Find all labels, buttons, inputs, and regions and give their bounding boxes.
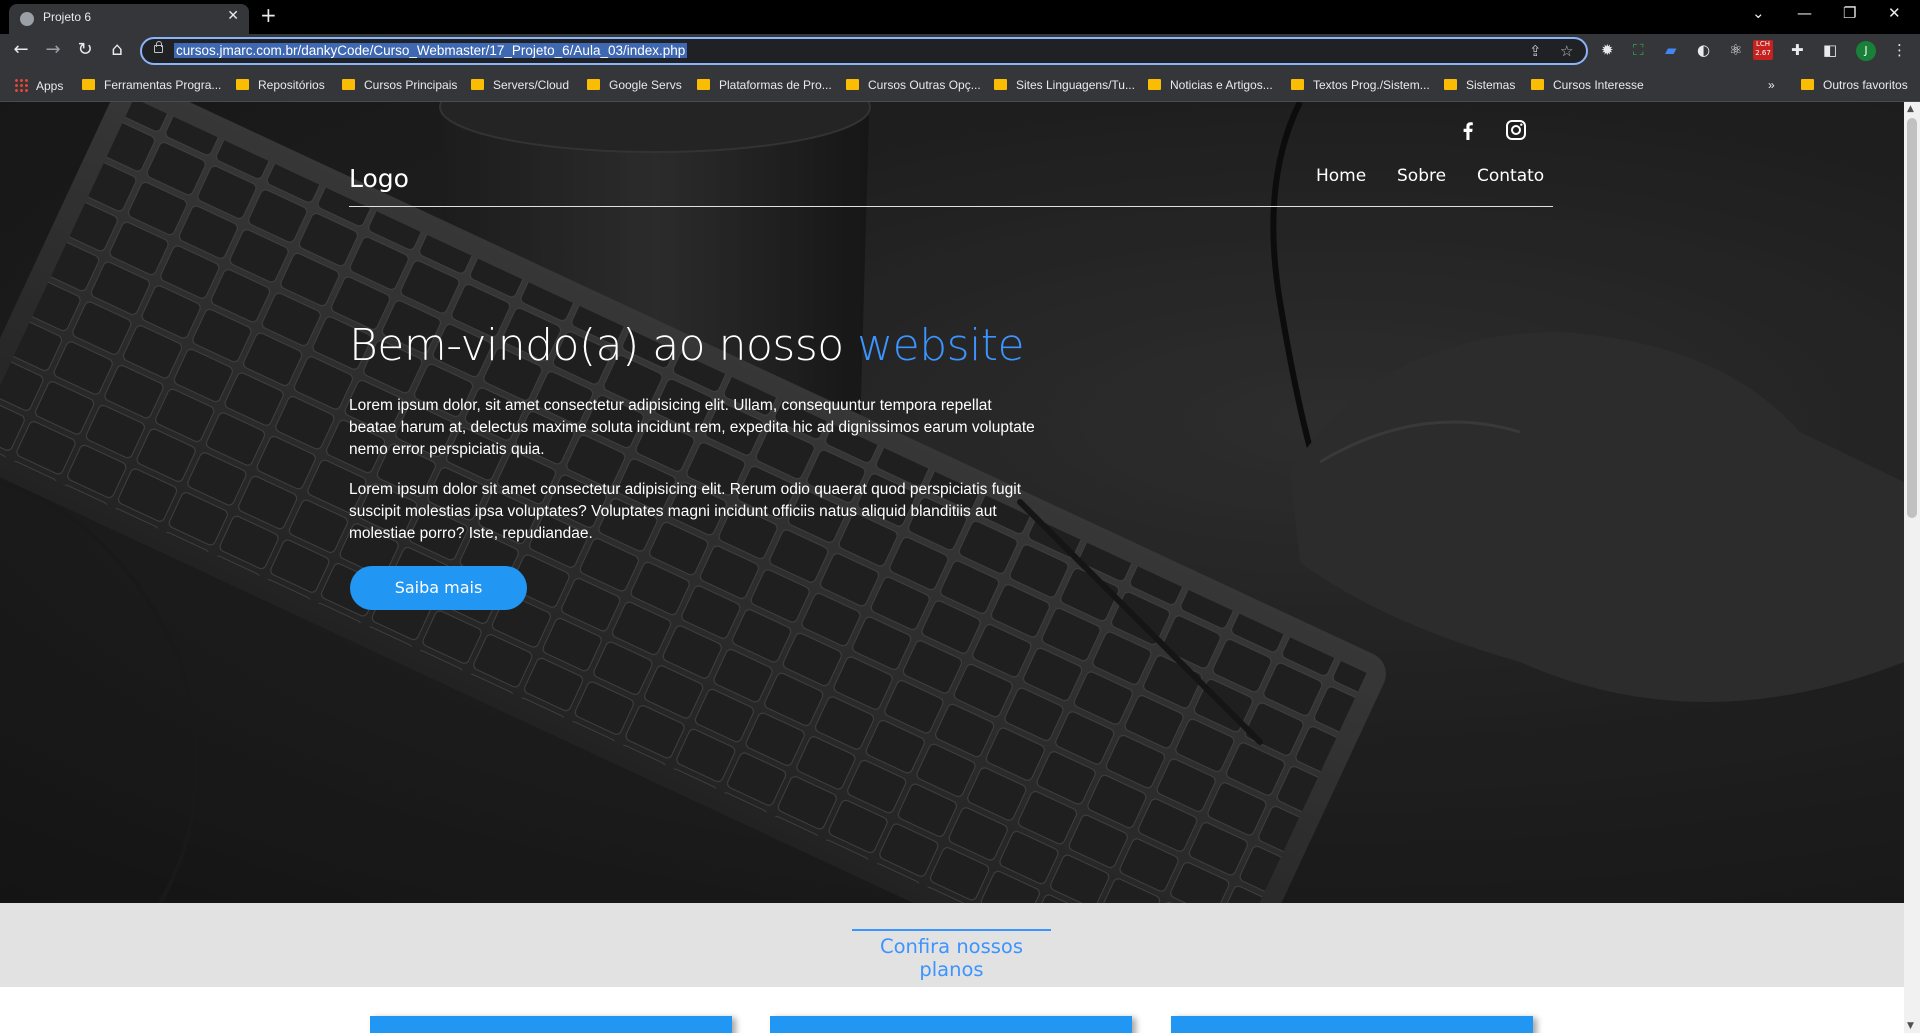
browser-tab[interactable]: Projeto 6 ✕: [9, 4, 249, 34]
hero-section: Logo Home Sobre Contato Bem-vindo(a) ao …: [0, 102, 1904, 903]
folder-icon: [1531, 79, 1544, 90]
bookmark-folder[interactable]: Servers/Cloud: [471, 78, 569, 94]
extension-contrast-icon[interactable]: ◐: [1697, 41, 1710, 59]
profile-avatar[interactable]: J: [1856, 41, 1876, 61]
bookmark-folder[interactable]: Repositórios: [236, 78, 325, 94]
close-window-button[interactable]: ✕: [1888, 4, 1901, 22]
bookmark-folder[interactable]: Ferramentas Progra...: [82, 78, 221, 94]
folder-icon: [1148, 79, 1161, 90]
bookmarks-overflow-button[interactable]: »: [1768, 78, 1775, 94]
plan-card[interactable]: [1171, 1016, 1533, 1033]
home-button[interactable]: ⌂: [105, 39, 129, 60]
lock-icon[interactable]: [154, 41, 163, 53]
plan-card[interactable]: [370, 1016, 732, 1033]
bookmark-folder[interactable]: Plataformas de Pro...: [697, 78, 832, 94]
nav-contato[interactable]: Contato: [1477, 166, 1544, 186]
share-icon[interactable]: ⇪: [1529, 42, 1542, 60]
site-logo[interactable]: Logo: [349, 164, 409, 193]
folder-icon: [82, 79, 95, 90]
minimize-button[interactable]: —: [1797, 4, 1812, 22]
header-divider: [349, 206, 1553, 207]
globe-icon: [20, 12, 34, 26]
side-panel-icon[interactable]: ◧: [1823, 41, 1837, 59]
url-text[interactable]: cursos.jmarc.com.br/dankyCode/Curso_Webm…: [174, 43, 688, 58]
nav-sobre[interactable]: Sobre: [1397, 166, 1446, 186]
bookmark-folder[interactable]: Cursos Principais: [342, 78, 457, 94]
nav-home[interactable]: Home: [1316, 166, 1366, 186]
scroll-down-arrow-icon[interactable]: ▼: [1907, 1021, 1914, 1031]
tab-strip: Projeto 6 ✕ + ⌄ — ❐ ✕: [0, 0, 1920, 34]
extension-screenshot-icon[interactable]: ⛶: [1633, 41, 1644, 59]
extensions-puzzle-icon[interactable]: ✚: [1791, 41, 1804, 59]
instagram-icon[interactable]: [1504, 118, 1528, 142]
bookmark-folder[interactable]: Noticias e Artigos...: [1148, 78, 1273, 94]
scrollbar-thumb[interactable]: [1907, 118, 1917, 518]
folder-icon: [1444, 79, 1457, 90]
bookmark-folder[interactable]: Sistemas: [1444, 78, 1515, 94]
tab-title: Projeto 6: [43, 10, 92, 24]
bookmark-folder[interactable]: Cursos Interesse: [1531, 78, 1644, 94]
facebook-icon[interactable]: [1456, 118, 1480, 142]
saiba-mais-button[interactable]: Saiba mais: [350, 566, 527, 610]
folder-icon: [587, 79, 600, 90]
folder-icon: [471, 79, 484, 90]
extension-blue-icon[interactable]: ▰: [1665, 41, 1677, 59]
other-bookmarks[interactable]: Outros favoritos: [1801, 78, 1908, 94]
bookmark-apps[interactable]: Apps: [14, 78, 63, 94]
page-scrollbar[interactable]: ▲ ▼: [1904, 102, 1920, 1033]
plans-section-header: Confira nossos planos: [0, 903, 1904, 987]
forward-button[interactable]: →: [41, 39, 65, 60]
close-tab-icon[interactable]: ✕: [227, 8, 239, 24]
bookmark-folder[interactable]: Sites Linguagens/Tu...: [994, 78, 1135, 94]
bookmark-star-icon[interactable]: ☆: [1560, 42, 1573, 60]
page-viewport: Logo Home Sobre Contato Bem-vindo(a) ao …: [0, 102, 1904, 1033]
plans-title: Confira nossos planos: [852, 929, 1051, 981]
folder-icon: [846, 79, 859, 90]
extension-badge[interactable]: LCH 2.67: [1753, 40, 1773, 60]
address-bar[interactable]: cursos.jmarc.com.br/dankyCode/Curso_Webm…: [140, 37, 1588, 65]
hero-title-accent: website: [857, 320, 1025, 371]
plan-card[interactable]: [770, 1016, 1132, 1033]
hero-title-text: Bem-vindo(a) ao nosso: [349, 320, 858, 371]
folder-icon: [697, 79, 710, 90]
back-button[interactable]: ←: [9, 39, 33, 60]
browser-menu-icon[interactable]: ⋮: [1892, 41, 1907, 59]
extension-react-icon[interactable]: ⚛: [1729, 41, 1742, 59]
folder-icon: [1291, 79, 1304, 90]
extension-gear-icon[interactable]: ✹: [1601, 41, 1614, 59]
tab-search-icon[interactable]: ⌄: [1752, 4, 1765, 22]
folder-icon: [342, 79, 355, 90]
bookmark-folder[interactable]: Textos Prog./Sistem...: [1291, 78, 1430, 94]
bookmarks-bar: Apps Ferramentas Progra... Repositórios …: [0, 69, 1920, 102]
hero-title: Bem-vindo(a) ao nosso website: [349, 320, 1025, 371]
hero-paragraph-2: Lorem ipsum dolor sit amet consectetur a…: [349, 481, 1022, 542]
folder-icon: [994, 79, 1007, 90]
scroll-up-arrow-icon[interactable]: ▲: [1907, 104, 1914, 114]
reload-button[interactable]: ↻: [73, 39, 97, 60]
bookmark-folder[interactable]: Google Servs: [587, 78, 682, 94]
new-tab-button[interactable]: +: [260, 3, 277, 27]
browser-toolbar: ← → ↻ ⌂ cursos.jmarc.com.br/dankyCode/Cu…: [0, 34, 1920, 69]
apps-grid-icon: [14, 78, 28, 92]
hero-paragraph-1: Lorem ipsum dolor, sit amet consectetur …: [349, 397, 1035, 458]
bookmark-folder[interactable]: Cursos Outras Opç...: [846, 78, 981, 94]
folder-icon: [1801, 79, 1814, 90]
restore-button[interactable]: ❐: [1843, 4, 1856, 22]
folder-icon: [236, 79, 249, 90]
